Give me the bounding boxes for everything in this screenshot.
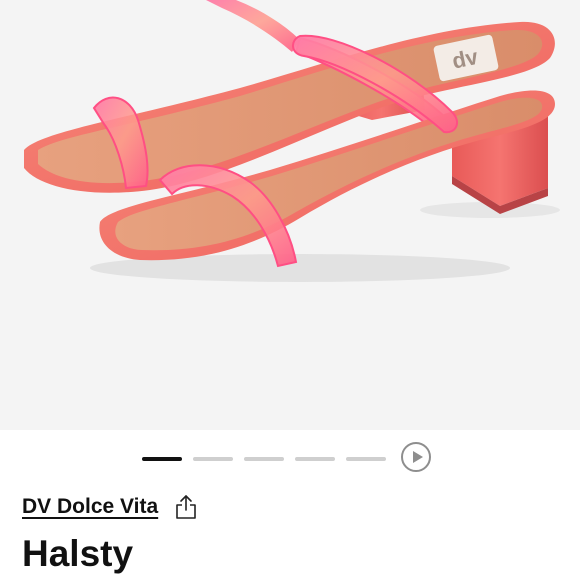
product-page: dv DV Dolce Vita Halsty [0, 0, 580, 580]
carousel-indicator-5[interactable] [346, 457, 386, 461]
brand-link[interactable]: DV Dolce Vita [22, 495, 158, 519]
carousel-indicator-1[interactable] [142, 457, 182, 461]
carousel-indicator-4[interactable] [295, 457, 335, 461]
brand-row: DV Dolce Vita [22, 488, 198, 526]
share-icon [176, 495, 196, 519]
product-title: Halsty [22, 533, 134, 574]
play-icon [413, 451, 423, 463]
product-image[interactable]: dv [0, 0, 580, 430]
share-button[interactable] [174, 494, 198, 520]
carousel-indicator-3[interactable] [244, 457, 284, 461]
sandal-illustration: dv [24, 0, 560, 282]
play-button[interactable] [401, 442, 431, 472]
carousel-indicator-2[interactable] [193, 457, 233, 461]
image-carousel-controls [0, 430, 580, 488]
